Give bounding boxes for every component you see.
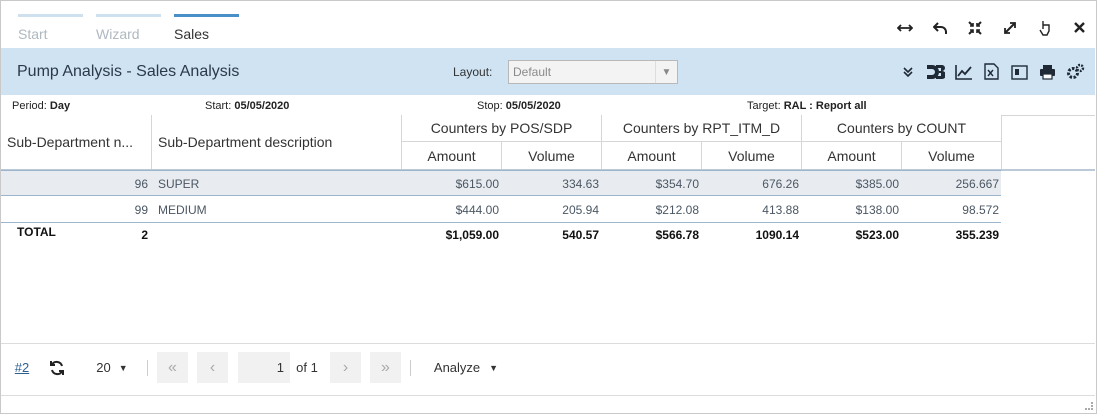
refresh-icon[interactable] [47, 352, 67, 383]
close-icon[interactable] [1070, 18, 1089, 37]
window-controls [895, 18, 1089, 37]
page-size-select[interactable]: 20 ▼ [92, 352, 132, 383]
column-header-sub-dept-description[interactable]: Sub-Department description [152, 115, 402, 170]
cell-rpt-amount: $354.70 [655, 177, 699, 191]
layout-select[interactable]: Default ▼ [508, 60, 678, 84]
stop-value: 05/05/2020 [505, 100, 561, 112]
chevron-down-icon: ▼ [118, 362, 128, 373]
total-count-volume: 355.239 [955, 228, 999, 242]
total-number: 2 [141, 228, 148, 242]
wizard-tabs: Start Wizard Sales [18, 14, 239, 44]
start-value: 05/05/2020 [234, 100, 290, 112]
collapse-icon[interactable] [965, 18, 984, 37]
target-info: Target: RAL : Report all [747, 100, 867, 112]
column-header-rpt-amount[interactable]: Amount [602, 142, 702, 170]
cell-pos-amount: $444.00 [455, 203, 499, 217]
cell-pos-volume: 205.94 [562, 203, 599, 217]
cell-rpt-amount: $212.08 [655, 203, 699, 217]
period-value: Day [49, 100, 71, 112]
pager: #2 20 ▼ « ‹ 1 of 1 › » Analyze ▼ [0, 352, 1097, 385]
stop-info: Stop: 05/05/2020 [477, 100, 561, 112]
double-chevron-left-icon: « [168, 358, 177, 376]
total-rpt-amount: $566.78 [655, 228, 699, 242]
print-icon[interactable] [1038, 62, 1057, 81]
total-count-amount: $523.00 [855, 228, 899, 242]
settings-icon[interactable] [1066, 62, 1085, 81]
line-chart-icon[interactable] [954, 62, 973, 81]
cell-number: 96 [134, 177, 148, 191]
analyze-label: Analyze [433, 360, 481, 375]
cell-count-volume: 98.572 [962, 203, 999, 217]
chevron-left-icon: ‹ [209, 358, 216, 376]
table-row[interactable]: 96 SUPER $615.00 334.63 $354.70 676.26 $… [1, 170, 1001, 196]
table-row[interactable]: 99 MEDIUM $444.00 205.94 $212.08 413.88 … [1, 197, 1001, 223]
toolbar [898, 62, 1085, 81]
total-row: TOTAL 2 $1,059.00 540.57 $566.78 1090.14… [1, 222, 1001, 248]
column-header-sub-dept-number[interactable]: Sub-Department n... [1, 115, 152, 170]
column-header-count-amount[interactable]: Amount [802, 142, 902, 170]
page-number-input[interactable]: 1 [238, 352, 290, 383]
chevron-double-down-icon[interactable] [898, 62, 917, 81]
resize-grip-icon[interactable] [1085, 402, 1093, 410]
stop-label: Stop: [477, 100, 503, 112]
period-label: Period: [12, 100, 47, 112]
next-page-button[interactable]: › [330, 352, 361, 383]
layout-label: Layout: [453, 65, 493, 79]
d3-icon[interactable] [926, 62, 945, 81]
layout-select-value: Default [513, 65, 552, 79]
tab-sales[interactable]: Sales [174, 14, 239, 44]
chevron-down-icon: ▼ [489, 362, 499, 373]
column-header-pos-amount[interactable]: Amount [402, 142, 502, 170]
page-title: Pump Analysis - Sales Analysis [17, 63, 240, 80]
cell-rpt-volume: 413.88 [762, 203, 799, 217]
first-page-button[interactable]: « [157, 352, 188, 383]
analyze-dropdown[interactable]: Analyze ▼ [431, 352, 501, 383]
bottom-divider [1, 395, 1095, 396]
grid-ref-link[interactable]: #2 [12, 352, 32, 383]
column-header-pos-volume[interactable]: Volume [502, 142, 602, 170]
pager-separator [410, 360, 411, 376]
title-bar: Pump Analysis - Sales Analysis Layout: D… [1, 48, 1095, 95]
cell-count-volume: 256.667 [955, 177, 999, 191]
chevron-right-icon: › [342, 358, 349, 376]
column-group-rpt-itm-d: Counters by RPT_ITM_D [602, 115, 802, 142]
page-count: of 1 [296, 360, 318, 375]
column-group-count: Counters by COUNT [802, 115, 1002, 142]
double-chevron-right-icon: » [381, 358, 390, 376]
cell-pos-amount: $615.00 [455, 177, 499, 191]
column-header-rpt-volume[interactable]: Volume [702, 142, 802, 170]
cell-description: MEDIUM [158, 203, 207, 217]
resize-horizontal-icon[interactable] [895, 18, 914, 37]
start-label: Start: [205, 100, 232, 112]
cell-rpt-volume: 676.26 [762, 177, 799, 191]
prev-page-button[interactable]: ‹ [197, 352, 228, 383]
total-rpt-volume: 1090.14 [755, 228, 799, 242]
cell-pos-volume: 334.63 [562, 177, 599, 191]
tab-start[interactable]: Start [18, 14, 83, 44]
chevron-down-icon: ▼ [655, 61, 677, 83]
pager-divider [1, 343, 1095, 344]
report-icon[interactable] [1010, 62, 1029, 81]
pointer-icon[interactable] [1035, 18, 1054, 37]
excel-export-icon[interactable] [982, 62, 1001, 81]
target-label: Target: [747, 100, 781, 112]
page-size-value: 20 [96, 360, 111, 375]
column-group-pos-sdp: Counters by POS/SDP [402, 115, 602, 142]
period-info: Period: Day [12, 100, 70, 112]
total-pos-amount: $1,059.00 [445, 228, 499, 242]
cell-count-amount: $138.00 [855, 203, 899, 217]
start-info: Start: 05/05/2020 [205, 100, 289, 112]
tab-wizard[interactable]: Wizard [96, 14, 161, 44]
target-value: RAL : Report all [783, 100, 867, 112]
pager-separator [147, 360, 148, 376]
expand-icon[interactable] [1000, 18, 1019, 37]
cell-description: SUPER [158, 177, 200, 191]
cell-count-amount: $385.00 [855, 177, 899, 191]
column-header-count-volume[interactable]: Volume [902, 142, 1002, 170]
undo-icon[interactable] [930, 18, 949, 37]
last-page-button[interactable]: » [370, 352, 401, 383]
total-pos-volume: 540.57 [562, 228, 599, 242]
